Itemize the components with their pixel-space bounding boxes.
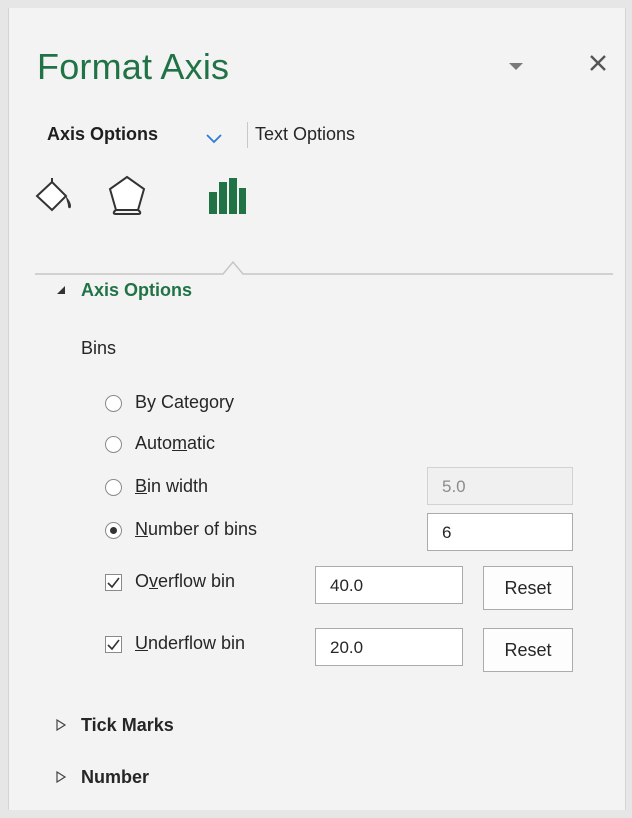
caret-collapsed-icon[interactable] bbox=[55, 771, 67, 783]
by-category-label[interactable]: By Category bbox=[135, 392, 234, 413]
underflow-reset-button[interactable]: Reset bbox=[483, 628, 573, 672]
chevron-down-icon bbox=[206, 134, 222, 144]
close-icon bbox=[590, 55, 606, 71]
automatic-label[interactable]: Automatic bbox=[135, 433, 215, 454]
number-of-bins-radio[interactable] bbox=[105, 522, 122, 539]
axis-options-icon-tab[interactable] bbox=[207, 176, 247, 216]
checkmark-icon bbox=[107, 577, 120, 589]
bin-width-input[interactable]: 5.0 bbox=[427, 467, 573, 505]
axis-options-dropdown[interactable] bbox=[205, 128, 223, 144]
number-of-bins-label[interactable]: Number of bins bbox=[135, 519, 257, 540]
underflow-bin-label[interactable]: Underflow bin bbox=[135, 633, 245, 654]
overflow-bin-label[interactable]: Overflow bin bbox=[135, 571, 235, 592]
section-axis-options-header[interactable]: Axis Options bbox=[81, 280, 192, 301]
overflow-reset-button[interactable]: Reset bbox=[483, 566, 573, 610]
format-axis-pane: Format Axis Axis Options Text Options Ax… bbox=[8, 8, 626, 810]
checkmark-icon bbox=[107, 639, 120, 651]
number-of-bins-input[interactable]: 6 bbox=[427, 513, 573, 551]
overflow-bin-checkbox[interactable] bbox=[105, 574, 122, 591]
tab-text-options[interactable]: Text Options bbox=[255, 124, 355, 145]
underflow-bin-checkbox[interactable] bbox=[105, 636, 122, 653]
section-tick-marks-header[interactable]: Tick Marks bbox=[81, 715, 174, 736]
pane-title: Format Axis bbox=[37, 46, 230, 87]
tab-axis-options[interactable]: Axis Options bbox=[47, 124, 158, 145]
bar-chart-icon bbox=[209, 178, 246, 214]
section-number-header[interactable]: Number bbox=[81, 767, 149, 788]
fill-line-icon bbox=[35, 178, 71, 212]
bin-width-label[interactable]: Bin width bbox=[135, 476, 208, 497]
automatic-radio[interactable] bbox=[105, 436, 122, 453]
bin-width-radio[interactable] bbox=[105, 479, 122, 496]
underflow-bin-input[interactable]: 20.0 bbox=[315, 628, 463, 666]
task-pane-options-button[interactable] bbox=[505, 56, 527, 78]
triangle-down-icon bbox=[509, 63, 523, 70]
close-button[interactable] bbox=[583, 48, 613, 78]
tab-separator bbox=[247, 122, 248, 148]
by-category-radio[interactable] bbox=[105, 395, 122, 412]
overflow-bin-input[interactable]: 40.0 bbox=[315, 566, 463, 604]
caret-collapsed-icon[interactable] bbox=[55, 719, 67, 731]
effects-icon bbox=[108, 175, 146, 215]
bins-group-label: Bins bbox=[81, 338, 117, 358]
caret-expanded-icon[interactable] bbox=[55, 284, 67, 296]
effects-tab[interactable] bbox=[107, 174, 147, 216]
fill-line-tab[interactable] bbox=[33, 176, 77, 216]
tab-indicator-divider bbox=[35, 260, 613, 275]
